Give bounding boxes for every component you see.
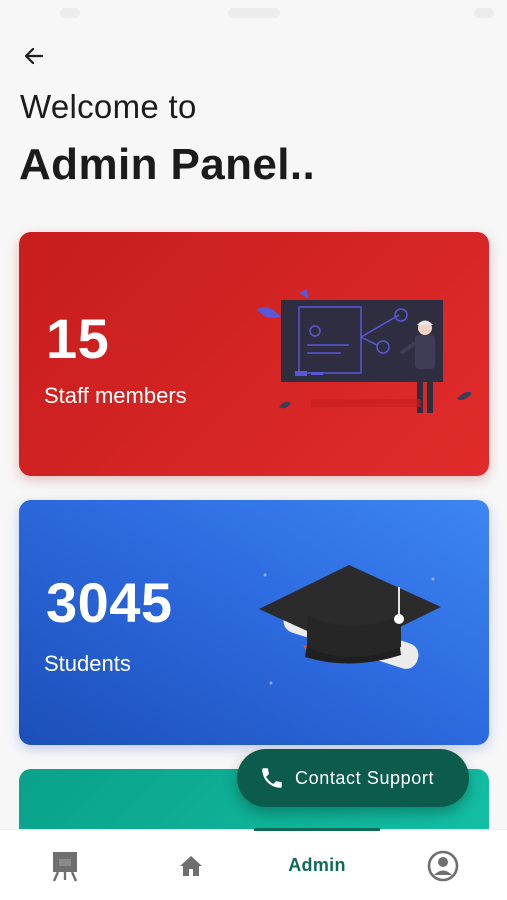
nav-item-profile[interactable] xyxy=(380,830,506,900)
students-label: Students xyxy=(44,651,131,676)
status-time xyxy=(60,8,80,18)
staff-label: Staff members xyxy=(44,383,187,408)
battery-icon xyxy=(474,8,494,18)
nav-item-admin[interactable]: Admin xyxy=(254,830,380,900)
students-count: 3045 xyxy=(46,571,173,634)
presentation-board-icon xyxy=(52,851,78,881)
back-button[interactable] xyxy=(18,40,50,72)
nav-item-classes[interactable] xyxy=(2,830,128,900)
arrow-left-icon xyxy=(24,47,44,65)
status-notch xyxy=(228,8,280,18)
nav-admin-label: Admin xyxy=(288,855,346,875)
staff-count: 15 xyxy=(46,307,110,370)
contact-support-label: Contact Support xyxy=(295,767,435,788)
students-card[interactable]: 3045 Students xyxy=(19,500,489,745)
phone-icon xyxy=(262,768,282,788)
welcome-text: Welcome to xyxy=(20,88,197,125)
contact-support-button[interactable]: Contact Support xyxy=(237,749,469,807)
teacher-blackboard-illustration xyxy=(257,289,471,413)
account-circle-icon xyxy=(427,850,459,881)
bottom-navigation: Admin xyxy=(0,828,507,900)
home-icon xyxy=(180,855,202,876)
staff-card[interactable]: 15 Staff members xyxy=(19,232,489,476)
nav-item-home[interactable] xyxy=(128,830,254,900)
status-bar xyxy=(0,0,507,26)
page-title: Admin Panel.. xyxy=(19,140,316,189)
graduation-cap-illustration xyxy=(259,565,441,685)
